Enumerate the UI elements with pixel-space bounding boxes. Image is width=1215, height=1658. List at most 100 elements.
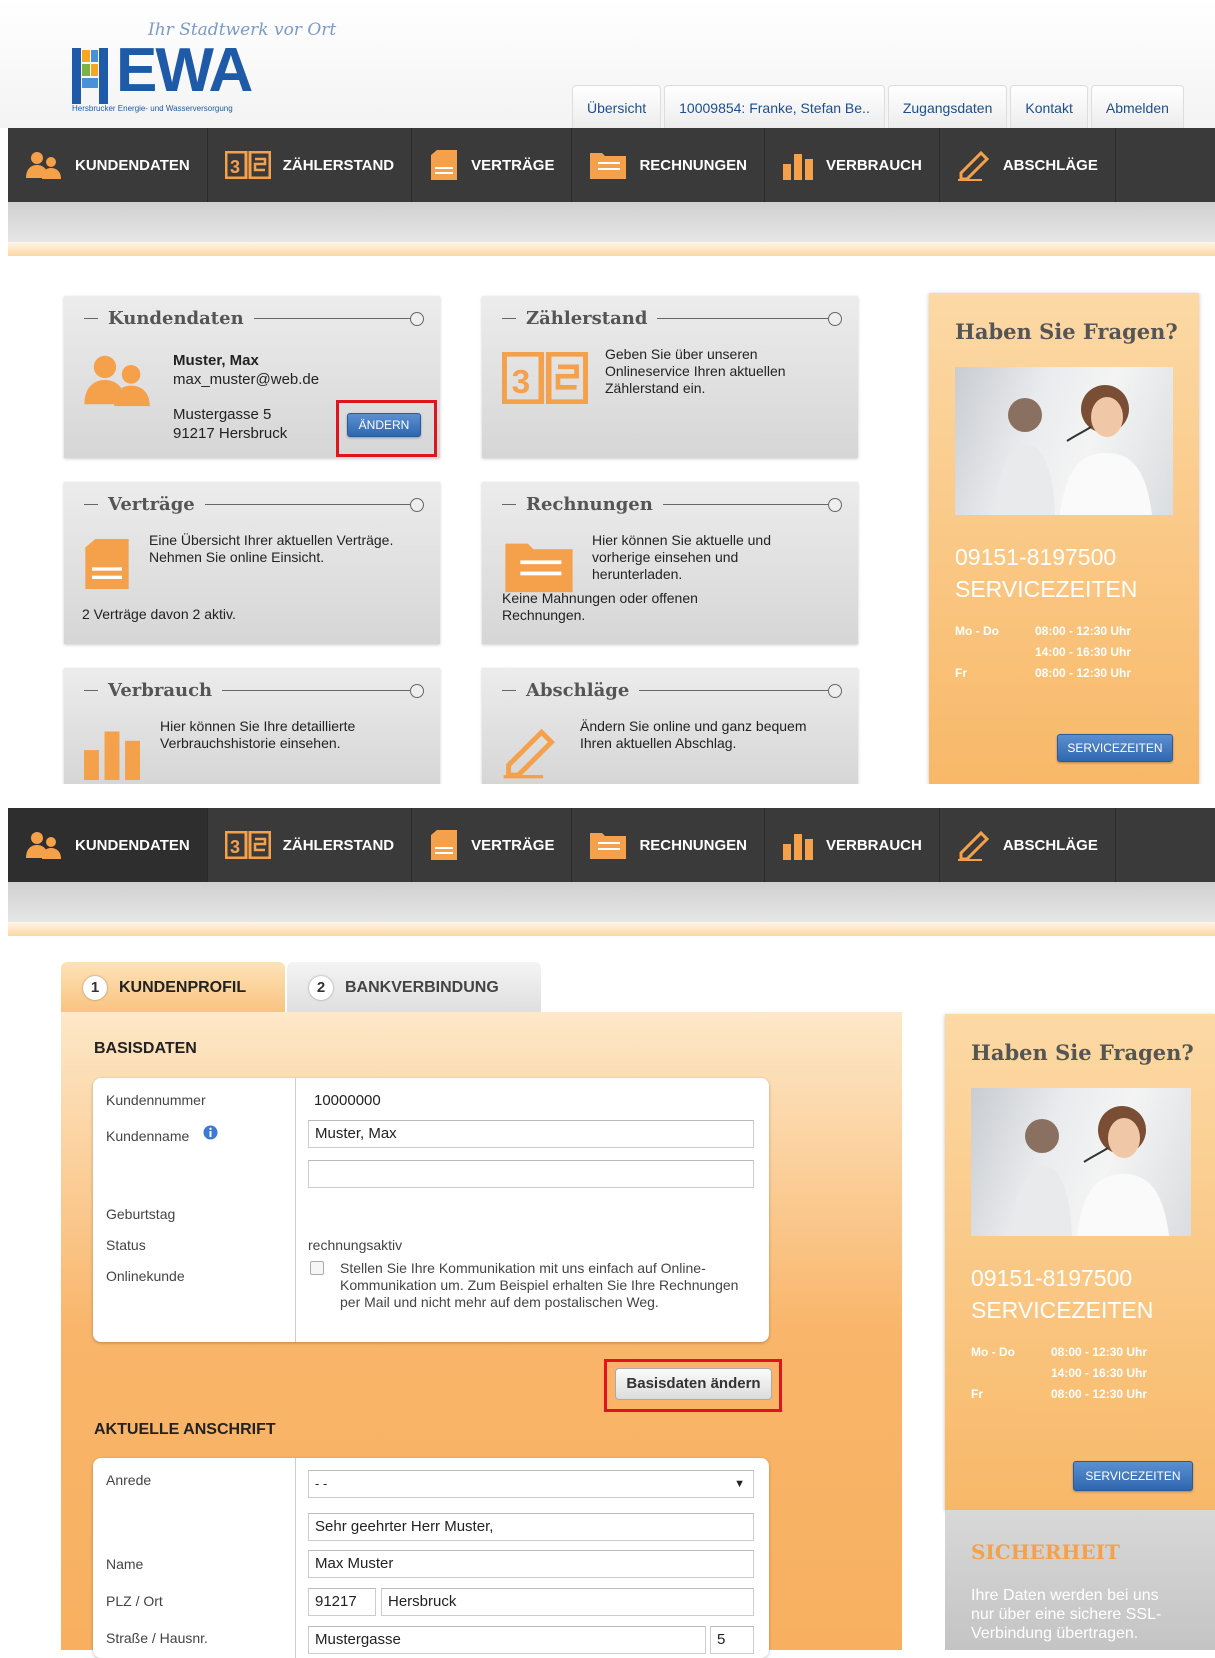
- document-icon: [431, 150, 458, 180]
- hours-day: Mo - Do: [971, 1345, 1015, 1359]
- pencil-icon: [957, 150, 989, 181]
- document-icon: [85, 539, 129, 589]
- menu-label: VERBRAUCH: [825, 156, 922, 174]
- logo-text: EWA: [116, 36, 253, 105]
- svg-text:3: 3: [512, 364, 531, 401]
- info-icon[interactable]: [203, 1125, 218, 1140]
- kundenname-label: Kundenname: [106, 1128, 190, 1144]
- anrede-label: Anrede: [106, 1472, 152, 1488]
- folder-icon: [505, 543, 573, 593]
- help-sidebar-2: Haben Sie Fragen? 09151-8197500 SERVICEZ…: [945, 1014, 1215, 1510]
- bar-chart-icon: [782, 834, 813, 860]
- dropdown-arrow-icon: ▼: [734, 1478, 745, 1490]
- hours-day: Fr: [955, 666, 967, 680]
- service-photo: [971, 1088, 1191, 1236]
- menu-zaehlerstand[interactable]: 3 ZÄHLERSTAND: [208, 808, 413, 882]
- topnav-abmelden[interactable]: Abmelden: [1090, 85, 1184, 129]
- card-abschlaege[interactable]: Abschläge Ändern Sie online und ganz beq…: [482, 668, 858, 784]
- menu-abschlaege[interactable]: ABSCHLÄGE: [940, 128, 1116, 202]
- topnav-uebersicht[interactable]: Übersicht: [572, 85, 662, 129]
- card-text: Geben Sie über unseren Onlineservice Ihr…: [605, 346, 786, 396]
- card-footer: 2 Verträge davon 2 aktiv.: [82, 606, 236, 622]
- menu-label: RECHNUNGEN: [639, 156, 747, 174]
- customers-icon: [84, 355, 150, 407]
- card-zaehlerstand[interactable]: Zählerstand 3 Geben Sie über unseren Onl…: [482, 296, 858, 458]
- menu-vertraege[interactable]: VERTRÄGE: [412, 128, 573, 202]
- card-title: Zählerstand: [526, 308, 648, 329]
- menu-label: VERTRÄGE: [471, 836, 555, 854]
- menu-label: ABSCHLÄGE: [1002, 836, 1098, 854]
- card-title: Abschläge: [526, 680, 630, 701]
- customer-street: Mustergasse 5: [173, 406, 272, 423]
- hours-time: 14:00 - 16:30 Uhr: [1035, 645, 1132, 659]
- card-vertraege[interactable]: Verträge Eine Übersicht Ihrer aktuellen …: [64, 482, 440, 644]
- topnav-account[interactable]: 10009854: Franke, Stefan Be..: [664, 85, 885, 129]
- name-input[interactable]: Max Muster: [308, 1550, 754, 1578]
- servicezeiten-button[interactable]: SERVICEZEITEN: [1073, 1461, 1193, 1491]
- menu-label: KUNDENDATEN: [75, 836, 190, 854]
- topnav-kontakt[interactable]: Kontakt: [1010, 85, 1088, 129]
- hours-time: 14:00 - 16:30 Uhr: [1051, 1366, 1148, 1380]
- basisdaten-box: Kundennummer 10000000 Kundenname Muster,…: [93, 1078, 769, 1342]
- menu-kundendaten[interactable]: KUNDENDATEN: [8, 808, 208, 882]
- tab-number: 2: [309, 976, 333, 1000]
- card-footer: Keine Mahnungen oder offenen Rechnungen.: [502, 590, 698, 623]
- meter-icon: 3: [224, 831, 271, 859]
- bar-chart-icon: [84, 731, 140, 780]
- menu-vertraege[interactable]: VERTRÄGE: [412, 808, 573, 882]
- card-title: Rechnungen: [526, 494, 653, 515]
- menu-verbrauch[interactable]: VERBRAUCH: [765, 128, 940, 202]
- service-heading: SERVICEZEITEN: [955, 576, 1138, 602]
- bar-chart-icon: [782, 154, 813, 180]
- menu-rechnungen[interactable]: RECHNUNGEN: [572, 128, 765, 202]
- servicezeiten-button[interactable]: SERVICEZEITEN: [1057, 734, 1173, 762]
- hours-time: 08:00 - 12:30 Uhr: [1051, 1387, 1148, 1401]
- menu-abschlaege[interactable]: ABSCHLÄGE: [940, 808, 1116, 882]
- aendern-button[interactable]: ÄNDERN: [347, 413, 421, 437]
- ort-input[interactable]: Hersbruck: [381, 1588, 754, 1616]
- menu-label: RECHNUNGEN: [639, 836, 747, 854]
- card-title: Verbrauch: [108, 680, 213, 701]
- card-verbrauch[interactable]: Verbrauch Hier können Sie Ihre detaillie…: [64, 668, 440, 784]
- name-label: Name: [106, 1556, 144, 1572]
- menu-verbrauch[interactable]: VERBRAUCH: [765, 808, 940, 882]
- briefanrede-input[interactable]: Sehr geehrter Herr Muster,: [308, 1513, 754, 1541]
- security-text: Ihre Daten werden bei uns nur über eine …: [971, 1587, 1162, 1642]
- card-rechnungen[interactable]: Rechnungen Hier können Sie aktuelle und …: [482, 482, 858, 644]
- menu-rechnungen[interactable]: RECHNUNGEN: [572, 808, 765, 882]
- tab-bankverbindung[interactable]: 2 BANKVERBINDUNG: [287, 962, 541, 1014]
- help-phone: 09151-8197500: [971, 1265, 1133, 1291]
- logo-mark-icon: [72, 48, 108, 104]
- status-value: rechnungsaktiv: [308, 1237, 403, 1253]
- hours-day: Mo - Do: [955, 624, 999, 638]
- grey-strip: [8, 202, 1215, 242]
- card-title: Kundendaten: [108, 308, 244, 329]
- card-title: Verträge: [108, 494, 195, 515]
- circle-icon: [410, 683, 424, 698]
- onlinekunde-checkbox[interactable]: [310, 1261, 324, 1275]
- grey-strip: [8, 882, 1215, 922]
- menu-kundendaten[interactable]: KUNDENDATEN: [8, 128, 208, 202]
- tab-label: BANKVERBINDUNG: [345, 979, 499, 996]
- peach-strip: [8, 242, 1215, 256]
- kundennummer-label: Kundennummer: [106, 1092, 206, 1108]
- customers-icon: [26, 152, 61, 179]
- pencil-icon: [957, 830, 989, 861]
- circle-icon: [828, 683, 842, 698]
- main-menu: KUNDENDATEN 3 ZÄHLERSTAND VERTRÄGE RECHN…: [8, 128, 1215, 202]
- menu-label: ABSCHLÄGE: [1002, 156, 1098, 174]
- basisdaten-aendern-button[interactable]: Basisdaten ändern: [615, 1368, 772, 1400]
- card-text: Hier können Sie Ihre detaillierte Verbra…: [160, 718, 356, 751]
- meter-icon: 3: [224, 151, 271, 179]
- anrede-select[interactable]: - - ▼: [308, 1470, 754, 1498]
- kundenname2-input[interactable]: [308, 1160, 754, 1188]
- tab-number: 1: [83, 976, 107, 1000]
- geburtstag-label: Geburtstag: [106, 1206, 176, 1222]
- menu-zaehlerstand[interactable]: 3 ZÄHLERSTAND: [208, 128, 413, 202]
- kundenname-input[interactable]: Muster, Max: [308, 1120, 754, 1148]
- tab-kundenprofil[interactable]: 1 KUNDENPROFIL: [61, 962, 285, 1014]
- plz-input[interactable]: 91217: [308, 1588, 376, 1616]
- peach-strip: [8, 922, 1215, 936]
- topnav-zugangsdaten[interactable]: Zugangsdaten: [887, 85, 1008, 129]
- anschrift-box: Anrede - - ▼ Sehr geehrter Herr Muster, …: [93, 1458, 769, 1658]
